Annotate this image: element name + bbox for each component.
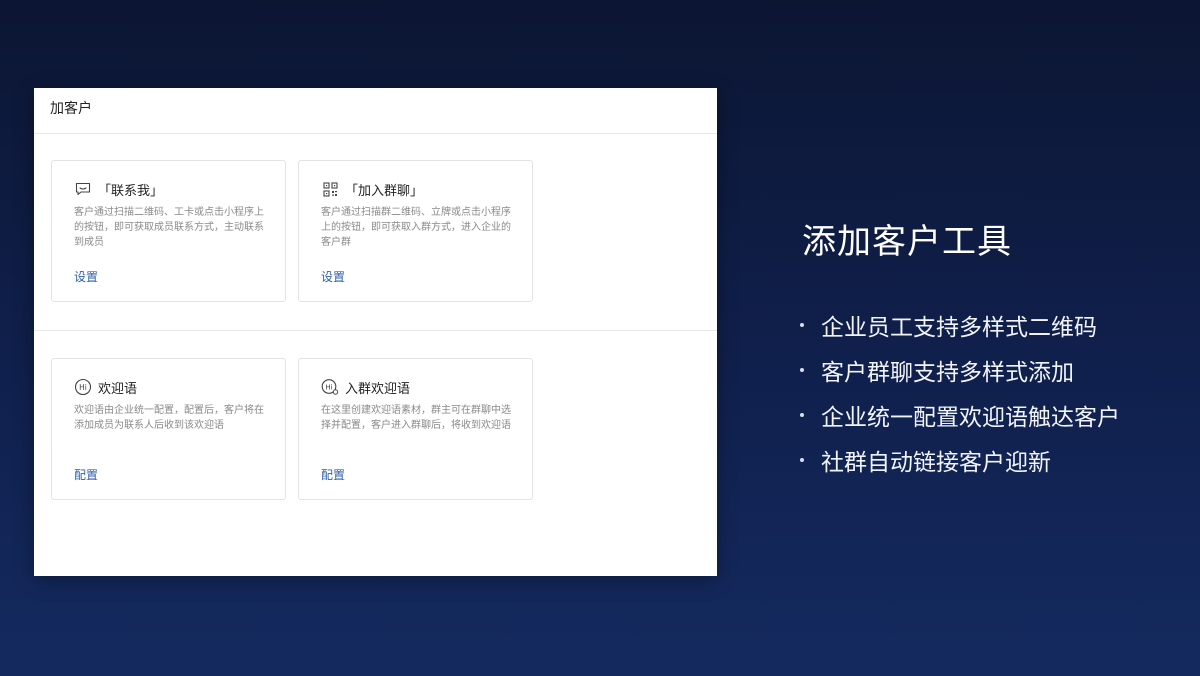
hi-greeting-icon: Hi <box>74 378 92 396</box>
bullet-text: 社群自动链接客户迎新 <box>821 449 1051 476</box>
qr-code-icon <box>321 180 339 198</box>
card-contact-me: 「联系我」 客户通过扫描二维码、工卡或点击小程序上的按钮，即可获取成员联系方式，… <box>51 160 286 302</box>
card-join-group: 「加入群聊」 客户通过扫描群二维码、立牌或点击小程序上的按钮，即可获取入群方式，… <box>298 160 533 302</box>
page-title: 加客户 <box>50 101 92 117</box>
bullet-text: 企业员工支持多样式二维码 <box>821 314 1097 341</box>
bullet-dot-icon <box>800 367 804 372</box>
svg-text:Hi: Hi <box>325 383 332 391</box>
bullet-item: 社群自动链接客户迎新 <box>800 437 1120 482</box>
card-description: 客户通过扫描群二维码、立牌或点击小程序上的按钮，即可获取入群方式，进入企业的客户… <box>321 207 511 248</box>
bullet-dot-icon <box>800 322 804 327</box>
bullet-item: 企业统一配置欢迎语触达客户 <box>800 392 1120 437</box>
join-group-settings-link[interactable]: 设置 <box>321 268 345 285</box>
card-title: 入群欢迎语 <box>345 381 411 397</box>
header-divider <box>34 133 717 134</box>
feature-bullet-list: 企业员工支持多样式二维码 客户群聊支持多样式添加 企业统一配置欢迎语触达客户 社… <box>800 302 1120 482</box>
card-welcome-message: Hi 欢迎语 欢迎语由企业统一配置，配置后，客户将在添加成员为联系人后收到该欢迎… <box>51 358 286 500</box>
section-divider <box>34 330 717 331</box>
card-header: Hi 欢迎语 <box>74 377 263 397</box>
card-group-welcome-message: Hi 入群欢迎语 在这里创建欢迎语素材，群主可在群聊中选择并配置，客户进入群聊后… <box>298 358 533 500</box>
bullet-dot-icon <box>800 412 804 417</box>
bullet-item: 企业员工支持多样式二维码 <box>800 302 1120 347</box>
card-description: 欢迎语由企业统一配置，配置后，客户将在添加成员为联系人后收到该欢迎语 <box>74 405 264 431</box>
chat-bubble-icon <box>74 180 92 198</box>
slide-headline: 添加客户工具 <box>802 222 1012 262</box>
card-title: 欢迎语 <box>98 381 138 397</box>
welcome-message-config-link[interactable]: 配置 <box>74 466 98 483</box>
bullet-text: 客户群聊支持多样式添加 <box>821 359 1074 386</box>
contact-me-settings-link[interactable]: 设置 <box>74 268 98 285</box>
group-welcome-config-link[interactable]: 配置 <box>321 466 345 483</box>
bullet-dot-icon <box>800 457 804 462</box>
card-title: 「加入群聊」 <box>345 183 424 199</box>
card-header: 「联系我」 <box>74 179 263 199</box>
card-header: Hi 入群欢迎语 <box>321 377 510 397</box>
card-description: 在这里创建欢迎语素材，群主可在群聊中选择并配置，客户进入群聊后，将收到欢迎语 <box>321 405 511 431</box>
screenshot-panel: 加客户 「联系我」 客户通过扫描二维码、工卡或点击小程序上的按钮，即可获取成员联… <box>34 88 717 576</box>
card-title: 「联系我」 <box>98 183 164 199</box>
card-description: 客户通过扫描二维码、工卡或点击小程序上的按钮，即可获取成员联系方式，主动联系到成… <box>74 207 264 248</box>
bullet-item: 客户群聊支持多样式添加 <box>800 347 1120 392</box>
card-header: 「加入群聊」 <box>321 179 510 199</box>
hi-group-greeting-icon: Hi <box>321 378 339 396</box>
bullet-text: 企业统一配置欢迎语触达客户 <box>821 404 1120 431</box>
svg-text:Hi: Hi <box>79 383 87 392</box>
